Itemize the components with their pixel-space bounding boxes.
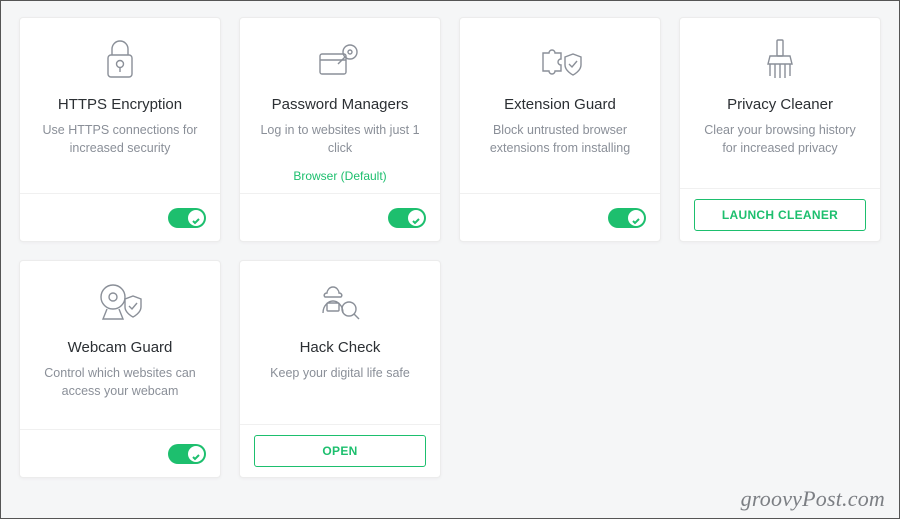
feature-grid: HTTPS Encryption Use HTTPS connections f…: [1, 1, 899, 494]
lock-icon: [103, 36, 137, 84]
webcam-guard-toggle[interactable]: [168, 444, 206, 464]
https-toggle[interactable]: [168, 208, 206, 228]
webcam-shield-icon: [95, 279, 145, 327]
puzzle-shield-icon: [535, 36, 585, 84]
key-icon: [316, 36, 364, 84]
card-desc: Log in to websites with just 1 click: [256, 121, 424, 157]
brush-icon: [760, 36, 800, 84]
card-hack-check: Hack Check Keep your digital life safe O…: [239, 260, 441, 478]
card-body: Privacy Cleaner Clear your browsing hist…: [680, 18, 880, 188]
card-title: Password Managers: [272, 96, 409, 113]
card-footer: [20, 193, 220, 241]
launch-cleaner-button[interactable]: LAUNCH CLEANER: [694, 199, 866, 231]
card-desc: Block untrusted browser extensions from …: [476, 121, 644, 157]
card-title: Webcam Guard: [68, 339, 173, 356]
card-footer: OPEN: [240, 424, 440, 477]
watermark: groovyPost.com: [741, 486, 885, 512]
card-password-managers: Password Managers Log in to websites wit…: [239, 17, 441, 242]
card-extension-guard: Extension Guard Block untrusted browser …: [459, 17, 661, 242]
card-body: HTTPS Encryption Use HTTPS connections f…: [20, 18, 220, 193]
card-note: Browser (Default): [293, 169, 386, 183]
card-body: Password Managers Log in to websites wit…: [240, 18, 440, 193]
card-desc: Control which websites can access your w…: [36, 364, 204, 400]
card-footer: LAUNCH CLEANER: [680, 188, 880, 241]
card-footer: [20, 429, 220, 477]
password-managers-toggle[interactable]: [388, 208, 426, 228]
card-title: Hack Check: [300, 339, 381, 356]
card-body: Webcam Guard Control which websites can …: [20, 261, 220, 429]
card-desc: Clear your browsing history for increase…: [696, 121, 864, 157]
card-title: Extension Guard: [504, 96, 616, 113]
extension-guard-toggle[interactable]: [608, 208, 646, 228]
card-https-encryption: HTTPS Encryption Use HTTPS connections f…: [19, 17, 221, 242]
card-webcam-guard: Webcam Guard Control which websites can …: [19, 260, 221, 478]
open-button[interactable]: OPEN: [254, 435, 426, 467]
card-footer: [240, 193, 440, 241]
card-title: Privacy Cleaner: [727, 96, 833, 113]
card-privacy-cleaner: Privacy Cleaner Clear your browsing hist…: [679, 17, 881, 242]
card-body: Hack Check Keep your digital life safe: [240, 261, 440, 424]
hacker-search-icon: [315, 279, 365, 327]
card-title: HTTPS Encryption: [58, 96, 182, 113]
card-desc: Use HTTPS connections for increased secu…: [36, 121, 204, 157]
card-footer: [460, 193, 660, 241]
card-body: Extension Guard Block untrusted browser …: [460, 18, 660, 193]
card-desc: Keep your digital life safe: [270, 364, 410, 382]
